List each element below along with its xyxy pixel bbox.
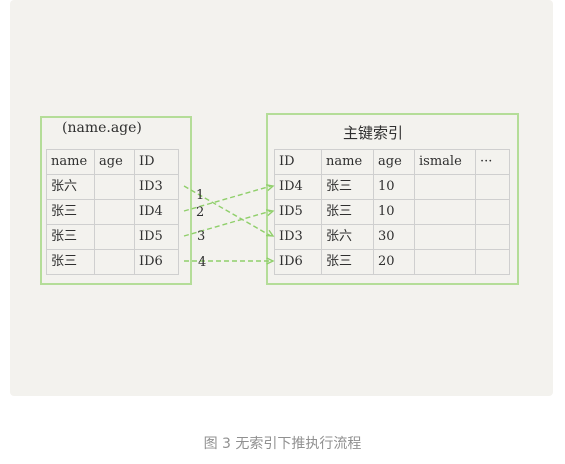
arrowhead: [265, 229, 275, 237]
arrowhead: [265, 209, 275, 217]
arrowhead: [265, 184, 275, 192]
step-number-label: 3: [197, 229, 205, 244]
lookup-arrows: 1 2 3 4: [183, 184, 275, 270]
figure-caption: 图 3 无索引下推执行流程: [203, 436, 362, 452]
step-number-label: 4: [198, 255, 206, 270]
step-number-label: 1: [196, 188, 204, 203]
step-number-label: 2: [196, 205, 204, 220]
